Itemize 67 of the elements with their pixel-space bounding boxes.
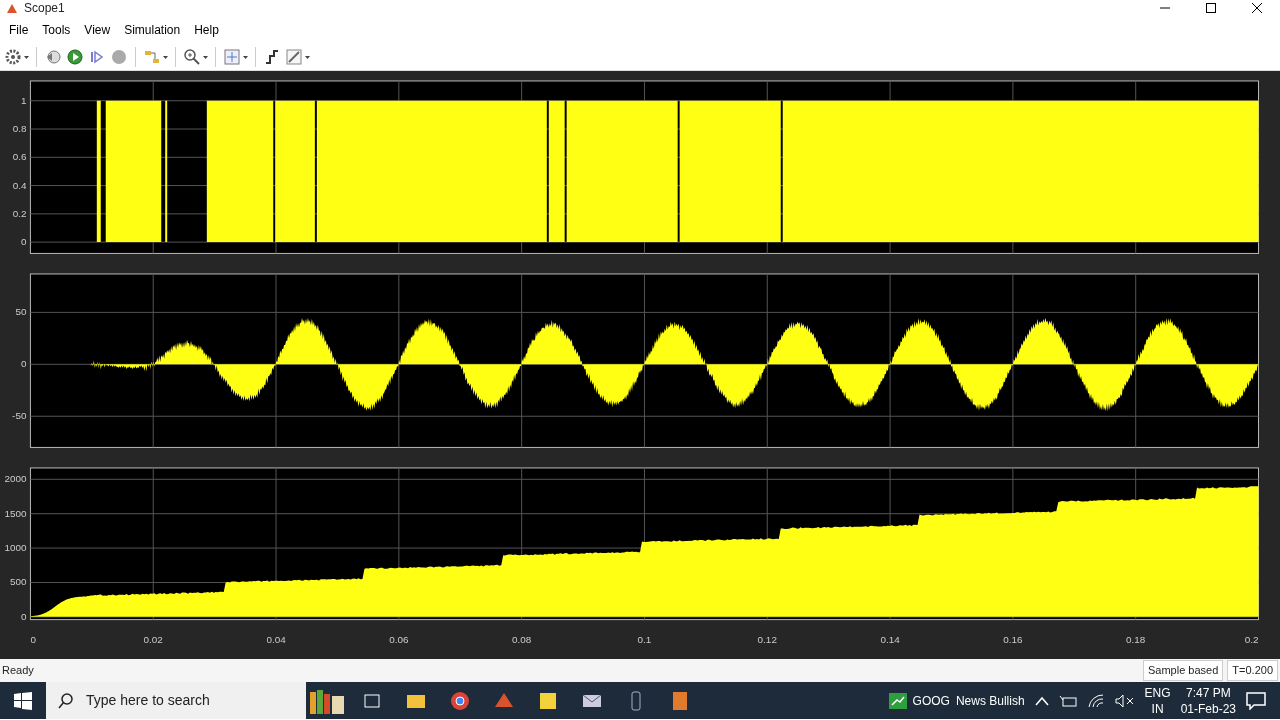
- y-tick-label: 500: [9, 576, 27, 588]
- y-tick-label: 0.4: [12, 179, 27, 191]
- zoom-icon: [183, 48, 201, 66]
- time-indicator: T=0.200: [1227, 660, 1278, 681]
- news-headline: News Bullish: [955, 692, 1025, 710]
- window-title: Scope1: [24, 0, 65, 17]
- style-icon: [285, 48, 303, 66]
- search-icon: [58, 692, 74, 709]
- step-forward-icon: [88, 48, 106, 66]
- status-text: Ready: [2, 663, 34, 679]
- notification-icon[interactable]: [1246, 691, 1266, 710]
- language-indicator[interactable]: ENG IN: [1144, 684, 1171, 717]
- y-tick-label: 2000: [4, 473, 27, 485]
- mode-indicator: Sample based: [1143, 660, 1224, 681]
- caret-icon: [305, 55, 310, 59]
- fit-axes-button[interactable]: [223, 46, 248, 68]
- stop-icon: [110, 48, 128, 66]
- y-tick-label: 0: [20, 358, 27, 370]
- y-tick-label: 0.6: [12, 151, 27, 163]
- x-tick-label: 0.08: [512, 634, 532, 646]
- y-tick-label: 0: [20, 236, 27, 248]
- caret-icon: [24, 55, 29, 59]
- menu-item[interactable]: File: [2, 21, 36, 39]
- caret-icon: [243, 55, 248, 59]
- y-tick-label: 0.2: [12, 207, 27, 219]
- style-button[interactable]: [285, 46, 310, 68]
- x-tick-label: 0.12: [757, 634, 777, 646]
- x-tick-label: 0.16: [1003, 634, 1023, 646]
- search-field[interactable]: Type here to search: [84, 689, 284, 712]
- y-tick-label: 1000: [4, 541, 27, 553]
- search-box[interactable]: Type here to search: [46, 682, 306, 719]
- fit-axes-icon: [223, 48, 241, 66]
- chevron-up-icon[interactable]: [1034, 695, 1049, 706]
- menu-item[interactable]: Simulation: [117, 21, 188, 39]
- x-tick-label: 0.06: [389, 634, 409, 646]
- x-tick-label: 0.2: [1244, 634, 1259, 646]
- y-tick-label: 1: [20, 94, 27, 106]
- settings-icon: [4, 48, 22, 66]
- windows-logo-icon[interactable]: [14, 691, 32, 710]
- signal-selector-icon: [143, 48, 161, 66]
- y-tick-label: 1500: [4, 507, 27, 519]
- x-tick-label: 0.04: [266, 634, 286, 646]
- clock[interactable]: 7:47 PM 01-Feb-23: [1180, 684, 1236, 717]
- y-tick-label: 0.8: [12, 123, 27, 134]
- menu-item[interactable]: View: [77, 21, 118, 39]
- y-tick-label: -50: [12, 410, 27, 422]
- news-ticker: GOOG: [912, 692, 950, 710]
- triggers-icon: [263, 48, 281, 66]
- speaker-muted-icon[interactable]: [1114, 693, 1135, 708]
- battery-icon[interactable]: [1058, 693, 1077, 708]
- x-tick-label: 0.14: [880, 634, 900, 646]
- stock-chart-icon: [888, 692, 907, 709]
- x-tick-label: 0: [30, 634, 36, 646]
- caret-icon: [163, 55, 168, 59]
- menu-item[interactable]: Help: [187, 21, 226, 39]
- x-tick-label: 0.02: [143, 634, 163, 646]
- y-tick-label: 50: [15, 306, 27, 318]
- x-tick-label: 0.18: [1126, 634, 1146, 646]
- app-icon: [6, 2, 18, 14]
- run-icon: [66, 48, 84, 66]
- step-back-icon: [44, 48, 62, 66]
- menu-item[interactable]: Tools: [35, 21, 78, 39]
- run-button[interactable]: [66, 46, 84, 68]
- wifi-icon[interactable]: [1086, 693, 1105, 708]
- y-tick-label: 0: [20, 610, 27, 622]
- caret-icon: [203, 55, 208, 59]
- x-tick-label: 0.1: [637, 634, 652, 646]
